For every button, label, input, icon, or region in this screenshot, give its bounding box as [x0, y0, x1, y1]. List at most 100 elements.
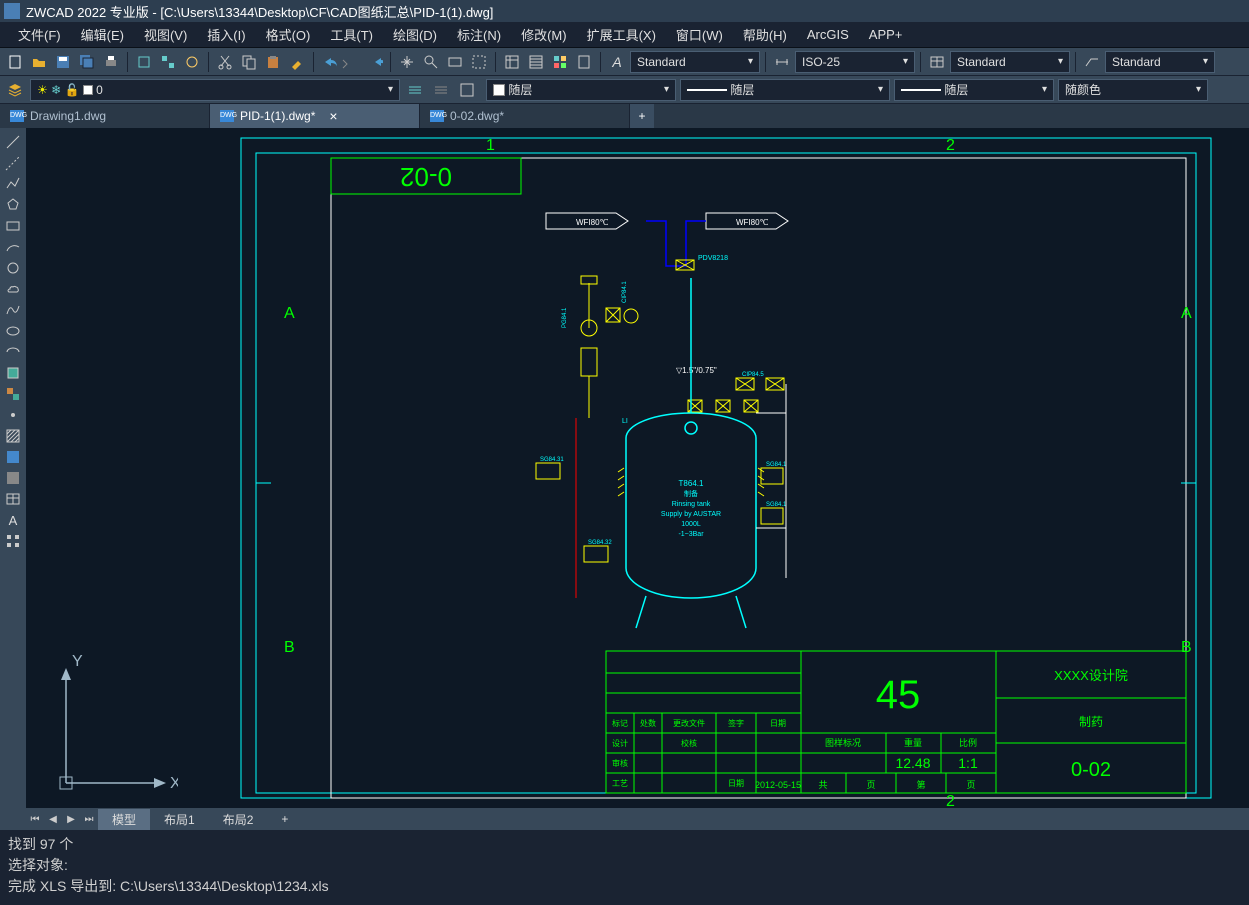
svg-text:处数: 处数	[640, 718, 656, 728]
mleaderstyle-icon[interactable]	[1081, 51, 1103, 73]
hatch-icon[interactable]	[2, 426, 24, 446]
point-icon[interactable]	[2, 405, 24, 425]
menu-modify[interactable]: 修改(M)	[511, 21, 577, 48]
textstyle-icon[interactable]: A	[606, 51, 628, 73]
revcloud-icon[interactable]	[2, 279, 24, 299]
tool-icon-3[interactable]	[181, 51, 203, 73]
spline-icon[interactable]	[2, 300, 24, 320]
paste-icon[interactable]	[262, 51, 284, 73]
rectangle-icon[interactable]	[2, 216, 24, 236]
circle-icon[interactable]	[2, 258, 24, 278]
menu-view[interactable]: 视图(V)	[134, 21, 197, 48]
moretools-icon[interactable]	[2, 531, 24, 551]
save-icon[interactable]	[52, 51, 74, 73]
svg-text:SG84.1: SG84.1	[766, 462, 787, 468]
table-icon[interactable]	[2, 489, 24, 509]
menu-arcgis[interactable]: ArcGIS	[797, 23, 859, 46]
layerstate-icon[interactable]	[456, 79, 478, 101]
textstyle-dropdown[interactable]: Standard▾	[630, 51, 760, 73]
tool-icon-2[interactable]	[157, 51, 179, 73]
xline-icon[interactable]	[2, 153, 24, 173]
line-icon[interactable]	[2, 132, 24, 152]
copy-icon[interactable]	[238, 51, 260, 73]
gradient-icon[interactable]	[2, 447, 24, 467]
ellipsearc-icon[interactable]	[2, 342, 24, 362]
undo-icon[interactable]	[319, 51, 351, 73]
svg-text:X: X	[170, 775, 178, 792]
menu-appplus[interactable]: APP+	[859, 23, 913, 46]
polygon-icon[interactable]	[2, 195, 24, 215]
menu-extools[interactable]: 扩展工具(X)	[577, 21, 666, 48]
dimstyle-icon[interactable]	[771, 51, 793, 73]
nav-first-icon[interactable]: ⏮	[26, 810, 44, 828]
redo-icon[interactable]	[353, 51, 385, 73]
mtext-icon[interactable]: A	[2, 510, 24, 530]
layout1-tab[interactable]: 布局1	[150, 809, 209, 830]
insert-icon[interactable]	[2, 363, 24, 383]
svg-text:设计: 设计	[612, 738, 628, 748]
menu-window[interactable]: 窗口(W)	[666, 21, 733, 48]
close-tab-icon[interactable]: ×	[329, 108, 337, 124]
plotstyle-dropdown[interactable]: 随颜色▾	[1058, 79, 1208, 101]
file-tab-pid1[interactable]: DWGPID-1(1).dwg*×	[210, 104, 420, 128]
new-icon[interactable]	[4, 51, 26, 73]
print-icon[interactable]	[100, 51, 122, 73]
svg-text:2: 2	[946, 793, 955, 808]
menu-tools[interactable]: 工具(T)	[320, 21, 383, 48]
command-line[interactable]: 找到 97 个 选择对象: 完成 XLS 导出到: C:\Users\13344…	[0, 830, 1249, 897]
layermgr-icon[interactable]	[4, 79, 26, 101]
tablestyle-dropdown[interactable]: Standard▾	[950, 51, 1070, 73]
block-icon[interactable]	[2, 384, 24, 404]
file-tab-002[interactable]: DWG0-02.dwg*	[420, 104, 630, 128]
drawing-canvas[interactable]: 1 2 2 A A B B 0-02 WFI80℃ WFI80℃	[26, 128, 1249, 808]
mleaderstyle-dropdown[interactable]: Standard▾	[1105, 51, 1215, 73]
menu-edit[interactable]: 编辑(E)	[71, 21, 134, 48]
calc-icon[interactable]	[573, 51, 595, 73]
svg-text:日期: 日期	[770, 719, 786, 728]
nav-next-icon[interactable]: ▶	[62, 810, 80, 828]
svg-text:图样标况: 图样标况	[825, 737, 861, 748]
layer-dropdown[interactable]: ☀ ❄ 🔓 0▾	[30, 79, 400, 101]
zoomwin-icon[interactable]	[468, 51, 490, 73]
dimstyle-dropdown[interactable]: ISO-25▾	[795, 51, 915, 73]
menu-draw[interactable]: 绘图(D)	[383, 21, 447, 48]
toolpalette-icon[interactable]	[549, 51, 571, 73]
pan-icon[interactable]	[396, 51, 418, 73]
svg-text:SG84.31: SG84.31	[540, 457, 564, 463]
app-icon	[4, 3, 20, 19]
zoomext-icon[interactable]	[444, 51, 466, 73]
ellipse-icon[interactable]	[2, 321, 24, 341]
add-layout-button[interactable]: +	[267, 810, 302, 828]
nav-last-icon[interactable]: ⏭	[80, 810, 98, 828]
designcenter-icon[interactable]	[525, 51, 547, 73]
menu-dim[interactable]: 标注(N)	[447, 21, 511, 48]
color-dropdown[interactable]: 随层▾	[486, 79, 676, 101]
menu-help[interactable]: 帮助(H)	[733, 21, 797, 48]
layeriso-icon[interactable]	[404, 79, 426, 101]
cut-icon[interactable]	[214, 51, 236, 73]
matchprop-icon[interactable]	[286, 51, 308, 73]
menu-file[interactable]: 文件(F)	[8, 21, 71, 48]
nav-prev-icon[interactable]: ◀	[44, 810, 62, 828]
file-tab-drawing1[interactable]: DWGDrawing1.dwg	[0, 104, 210, 128]
zoom-icon[interactable]	[420, 51, 442, 73]
layerprev-icon[interactable]	[430, 79, 452, 101]
svg-text:45: 45	[876, 673, 921, 717]
lineweight-dropdown[interactable]: 随层▾	[894, 79, 1054, 101]
arc-icon[interactable]	[2, 237, 24, 257]
tablestyle-icon[interactable]	[926, 51, 948, 73]
region-icon[interactable]	[2, 468, 24, 488]
layout2-tab[interactable]: 布局2	[209, 809, 268, 830]
tool-icon-1[interactable]	[133, 51, 155, 73]
add-tab-button[interactable]: +	[630, 104, 654, 128]
menu-format[interactable]: 格式(O)	[256, 21, 321, 48]
saveall-icon[interactable]	[76, 51, 98, 73]
open-icon[interactable]	[28, 51, 50, 73]
svg-text:A: A	[284, 305, 295, 322]
pline-icon[interactable]	[2, 174, 24, 194]
model-tab[interactable]: 模型	[98, 809, 150, 830]
linetype-dropdown[interactable]: 随层▾	[680, 79, 890, 101]
menu-insert[interactable]: 插入(I)	[197, 21, 255, 48]
layer-bar: ☀ ❄ 🔓 0▾ 随层▾ 随层▾ 随层▾ 随颜色▾	[0, 76, 1249, 104]
props-icon[interactable]	[501, 51, 523, 73]
